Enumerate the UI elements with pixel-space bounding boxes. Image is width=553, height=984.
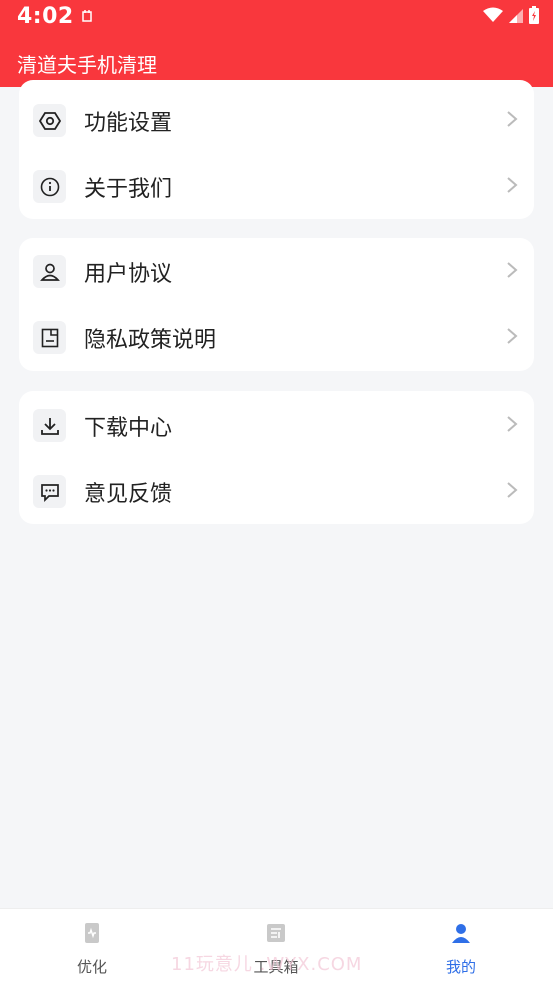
feedback-chat-icon [33, 475, 66, 508]
app-title: 清道夫手机清理 [17, 53, 157, 77]
menu-card-legal: 用户协议 隐私政策说明 [19, 238, 534, 371]
user-icon [33, 255, 66, 288]
toolbox-icon [264, 921, 288, 945]
menu-item-about-us[interactable]: 关于我们 [19, 153, 534, 219]
notification-icon [80, 8, 94, 22]
menu-item-privacy-policy[interactable]: 隐私政策说明 [19, 304, 534, 370]
menu-item-label: 用户协议 [84, 262, 173, 287]
chevron-right-icon [506, 261, 518, 279]
system-icons [483, 6, 539, 28]
tab-optimize[interactable]: 优化 [22, 909, 162, 984]
chevron-right-icon [506, 176, 518, 194]
wifi-icon [483, 7, 503, 27]
menu-card-support: 下载中心 意见反馈 [19, 391, 534, 524]
menu-item-label: 关于我们 [84, 177, 173, 202]
menu-item-label: 意见反馈 [84, 482, 173, 507]
status-bar: 4:02 [0, 0, 553, 36]
chevron-right-icon [506, 415, 518, 433]
chevron-right-icon [506, 481, 518, 499]
profile-icon [449, 921, 473, 945]
menu-item-download-center[interactable]: 下载中心 [19, 392, 534, 458]
chevron-right-icon [506, 327, 518, 345]
chevron-right-icon [506, 110, 518, 128]
tab-label: 我的 [445, 958, 476, 976]
menu-item-feedback[interactable]: 意见反馈 [19, 458, 534, 524]
settings-hexagon-icon [33, 104, 66, 137]
tab-mine[interactable]: 我的 [391, 909, 531, 984]
menu-card-settings: 功能设置 关于我们 [19, 80, 534, 219]
menu-item-label: 隐私政策说明 [84, 328, 217, 353]
tab-label: 优化 [76, 958, 107, 976]
info-icon [33, 170, 66, 203]
download-icon [33, 409, 66, 442]
battery-icon [529, 6, 539, 28]
document-icon [33, 321, 66, 354]
status-time: 4:02 [17, 4, 74, 29]
signal-icon [509, 8, 523, 27]
watermark-text: 11玩意儿 .WYX.COM [171, 954, 363, 975]
menu-item-function-settings[interactable]: 功能设置 [19, 87, 534, 153]
menu-item-user-agreement[interactable]: 用户协议 [19, 238, 534, 304]
phone-optimize-icon [80, 921, 104, 945]
menu-item-label: 功能设置 [84, 111, 173, 136]
menu-item-label: 下载中心 [84, 416, 173, 441]
